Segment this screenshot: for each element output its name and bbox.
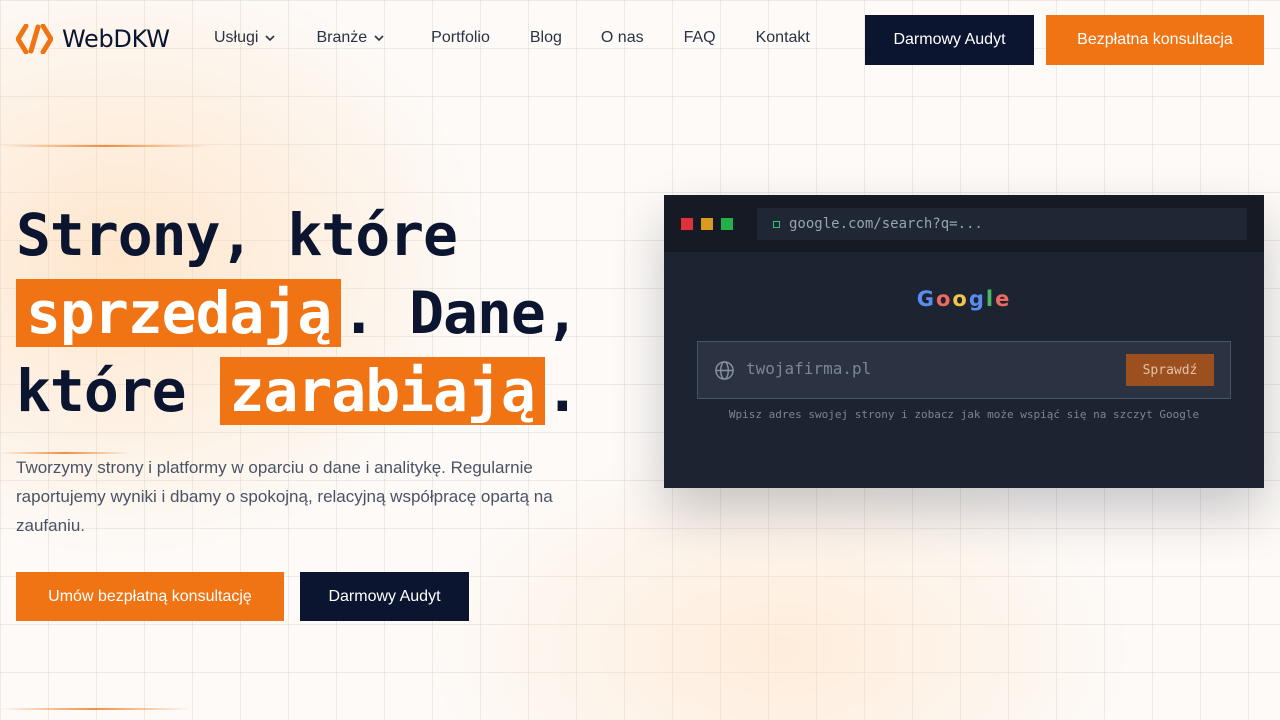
- url-text: google.com/search?q=...: [789, 216, 983, 232]
- google-letter: e: [995, 287, 1012, 311]
- headline-text: .: [544, 357, 580, 425]
- lock-icon: [773, 220, 780, 228]
- google-letter: l: [985, 287, 996, 311]
- nav-item-branze[interactable]: Branże: [316, 29, 385, 47]
- free-audit-button[interactable]: Darmowy Audyt: [865, 15, 1034, 65]
- nav-item-portfolio[interactable]: Portfolio: [431, 29, 490, 47]
- google-letter: o: [935, 287, 953, 311]
- book-consultation-button[interactable]: Umów bezpłatną konsultację: [16, 572, 284, 621]
- accent-divider: [0, 145, 210, 147]
- nav-item-label: O nas: [600, 29, 644, 46]
- headline-text: . Dane,: [341, 279, 579, 347]
- nav-item-o-nas[interactable]: O nas: [601, 29, 644, 47]
- headline-text: które: [16, 357, 187, 425]
- google-logo: Google: [664, 287, 1264, 311]
- nav-item-faq[interactable]: FAQ: [684, 29, 716, 47]
- google-letter: g: [968, 287, 986, 311]
- browser-mockup: google.com/search?q=... Google twojafirm…: [664, 195, 1264, 488]
- nav-item-kontakt[interactable]: Kontakt: [756, 29, 810, 47]
- hero-headline: Strony, które sprzedają. Dane, które zar…: [16, 196, 636, 430]
- headline-highlight: sprzedają: [16, 279, 342, 347]
- website-url-input[interactable]: twojafirma.pl: [746, 359, 871, 378]
- window-maximize-dot: [721, 218, 733, 230]
- nav-item-label: FAQ: [683, 29, 716, 46]
- browser-toolbar: google.com/search?q=...: [664, 195, 1264, 252]
- hero-description: Tworzymy strony i platformy w oparciu o …: [16, 458, 553, 535]
- nav-item-blog[interactable]: Blog: [530, 29, 562, 47]
- chevron-down-icon: [374, 35, 384, 42]
- brand-name: WebDKW: [62, 25, 170, 53]
- google-letter: o: [952, 287, 969, 311]
- free-consultation-button[interactable]: Bezpłatna konsultacja: [1046, 15, 1264, 65]
- window-close-dot: [681, 218, 693, 230]
- main-menu: Usługi Branże Portfolio Blog O nas FAQ K…: [214, 29, 810, 47]
- hero-free-audit-button[interactable]: Darmowy Audyt: [300, 572, 469, 621]
- chevron-down-icon: [265, 35, 276, 42]
- nav-item-label: Kontakt: [755, 29, 810, 46]
- accent-divider: [0, 708, 190, 710]
- website-search-box: twojafirma.pl Sprawdź: [697, 341, 1231, 399]
- nav-item-uslugi[interactable]: Usługi: [214, 29, 276, 47]
- browser-url-bar: google.com/search?q=...: [757, 208, 1247, 240]
- brand-logo[interactable]: WebDKW: [16, 24, 170, 54]
- webdkw-logo-icon: [16, 24, 53, 54]
- check-button[interactable]: Sprawdź: [1126, 354, 1214, 386]
- nav-item-label: Usługi: [214, 29, 259, 46]
- google-letter: G: [916, 287, 936, 311]
- nav-item-label: Portfolio: [431, 29, 490, 46]
- headline-text: Strony, które: [16, 201, 458, 269]
- nav-item-label: Branże: [316, 29, 368, 46]
- headline-highlight: zarabiają: [219, 357, 545, 425]
- search-hint: Wpisz adres swojej strony i zobacz jak m…: [728, 408, 1200, 421]
- top-navigation: WebDKW Usługi Branże Portfolio Blog O na…: [0, 0, 1280, 80]
- window-minimize-dot: [701, 218, 713, 230]
- nav-item-label: Blog: [529, 29, 562, 46]
- globe-icon: [715, 361, 734, 380]
